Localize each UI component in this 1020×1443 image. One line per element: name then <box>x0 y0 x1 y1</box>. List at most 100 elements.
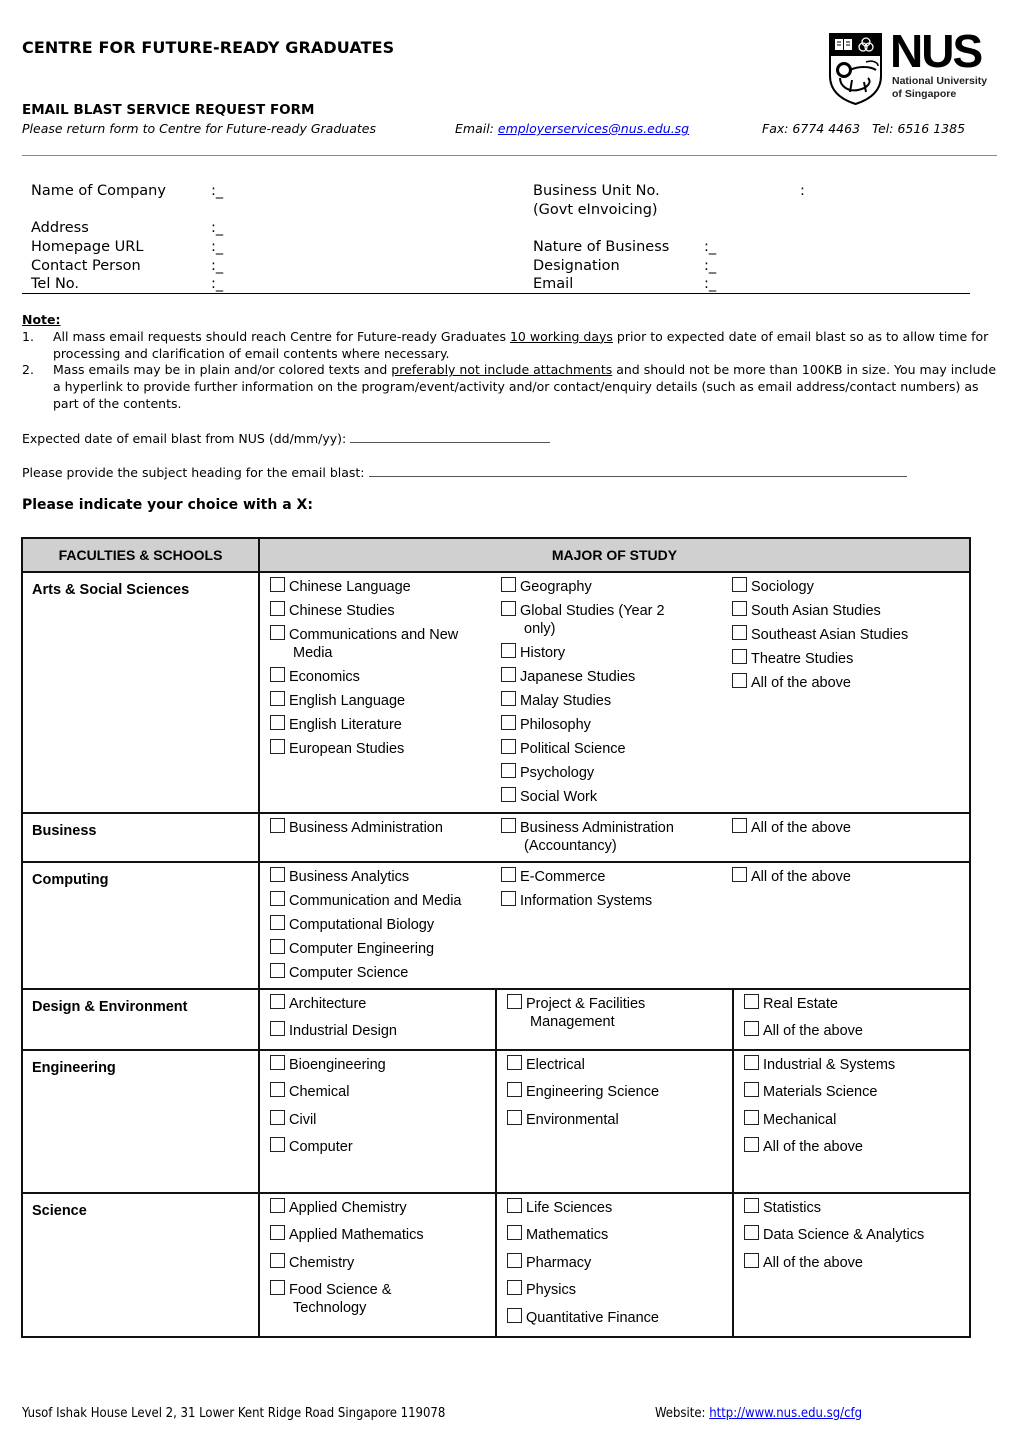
major-option[interactable]: Theatre Studies <box>722 649 969 668</box>
checkbox[interactable] <box>732 601 747 616</box>
major-option[interactable]: Project & Facilities Management <box>497 994 732 1031</box>
checkbox[interactable] <box>270 1137 285 1153</box>
checkbox[interactable] <box>270 1252 285 1268</box>
field-value[interactable]: :_ <box>211 258 223 274</box>
checkbox[interactable] <box>270 963 285 978</box>
checkbox[interactable] <box>507 1280 522 1296</box>
major-option[interactable]: Physics <box>497 1280 732 1299</box>
checkbox[interactable] <box>501 891 516 906</box>
major-option[interactable]: Chinese Studies <box>260 601 491 620</box>
checkbox[interactable] <box>270 1055 285 1070</box>
major-option[interactable]: Statistics <box>734 1198 969 1217</box>
major-option[interactable]: Computer <box>260 1137 495 1156</box>
major-option[interactable]: Applied Chemistry <box>260 1198 495 1217</box>
checkbox[interactable] <box>270 1109 285 1125</box>
checkbox[interactable] <box>270 867 285 882</box>
major-option[interactable]: Applied Mathematics <box>260 1225 495 1244</box>
major-option[interactable]: Industrial & Systems <box>734 1055 969 1074</box>
checkbox[interactable] <box>270 739 285 754</box>
checkbox[interactable] <box>732 818 747 833</box>
checkbox[interactable] <box>507 1198 522 1213</box>
checkbox[interactable] <box>744 1055 759 1070</box>
major-option[interactable]: All of the above <box>734 1021 969 1040</box>
checkbox[interactable] <box>732 649 747 664</box>
major-option[interactable]: Chemical <box>260 1082 495 1101</box>
major-option[interactable]: Japanese Studies <box>491 667 722 686</box>
checkbox[interactable] <box>501 577 516 592</box>
major-option[interactable]: South Asian Studies <box>722 601 969 620</box>
checkbox[interactable] <box>501 601 516 616</box>
major-option[interactable]: Communications and New Media <box>260 625 491 662</box>
field-value[interactable]: :_ <box>704 258 716 274</box>
checkbox[interactable] <box>744 1225 759 1241</box>
major-option[interactable]: All of the above <box>722 673 969 692</box>
major-option[interactable]: Computational Biology <box>260 915 491 934</box>
checkbox[interactable] <box>270 577 285 592</box>
major-option[interactable]: Sociology <box>722 577 969 596</box>
checkbox[interactable] <box>270 915 285 930</box>
major-option[interactable]: Mechanical <box>734 1109 969 1129</box>
major-option[interactable]: All of the above <box>734 1137 969 1156</box>
major-option[interactable]: Computer Engineering <box>260 939 491 958</box>
major-option[interactable]: Business Administration <box>260 818 491 837</box>
major-option[interactable]: Social Work <box>491 787 722 806</box>
checkbox[interactable] <box>501 691 516 706</box>
major-option[interactable]: English Literature <box>260 715 491 734</box>
checkbox[interactable] <box>270 691 285 706</box>
checkbox[interactable] <box>732 625 747 640</box>
checkbox[interactable] <box>744 1198 759 1213</box>
major-option[interactable]: Real Estate <box>734 994 969 1013</box>
checkbox[interactable] <box>507 1055 522 1070</box>
field-value[interactable]: : <box>800 183 805 199</box>
major-option[interactable]: Global Studies (Year 2 only) <box>491 601 722 638</box>
checkbox[interactable] <box>732 673 747 688</box>
major-option[interactable]: European Studies <box>260 739 491 758</box>
major-option[interactable]: Mathematics <box>497 1225 732 1244</box>
major-option[interactable]: Architecture <box>260 994 495 1013</box>
checkbox[interactable] <box>270 667 285 682</box>
checkbox[interactable] <box>501 818 516 833</box>
checkbox[interactable] <box>270 1082 285 1098</box>
major-option[interactable]: Business Analytics <box>260 867 491 886</box>
checkbox[interactable] <box>270 1198 285 1213</box>
email-link[interactable]: employerservices@nus.edu.sg <box>498 121 689 136</box>
field-value[interactable]: :_ <box>211 239 223 255</box>
checkbox[interactable] <box>744 1252 759 1268</box>
checkbox[interactable] <box>501 787 516 802</box>
major-option[interactable]: Computer Science <box>260 963 491 982</box>
checkbox[interactable] <box>270 1280 285 1296</box>
major-option[interactable]: Bioengineering <box>260 1055 495 1074</box>
checkbox[interactable] <box>501 715 516 730</box>
checkbox[interactable] <box>270 1225 285 1241</box>
checkbox[interactable] <box>507 1225 522 1241</box>
checkbox[interactable] <box>270 1021 285 1036</box>
checkbox[interactable] <box>270 715 285 730</box>
field-value[interactable]: :_ <box>211 220 223 236</box>
checkbox[interactable] <box>501 643 516 658</box>
checkbox[interactable] <box>507 1082 522 1098</box>
field-value[interactable]: :_ <box>211 276 223 292</box>
checkbox[interactable] <box>744 1137 759 1153</box>
major-option[interactable]: All of the above <box>722 867 969 886</box>
major-option[interactable]: All of the above <box>722 818 969 837</box>
major-option[interactable]: Industrial Design <box>260 1021 495 1040</box>
field-value[interactable]: :_ <box>704 276 716 292</box>
major-option[interactable]: Southeast Asian Studies <box>722 625 969 644</box>
checkbox[interactable] <box>507 994 522 1009</box>
checkbox[interactable] <box>501 739 516 754</box>
checkbox[interactable] <box>501 867 516 882</box>
major-option[interactable]: Chemistry <box>260 1252 495 1272</box>
major-option[interactable]: Geography <box>491 577 722 596</box>
major-option[interactable]: Electrical <box>497 1055 732 1074</box>
checkbox[interactable] <box>270 939 285 954</box>
checkbox[interactable] <box>732 867 747 882</box>
major-option[interactable]: Data Science & Analytics <box>734 1225 969 1244</box>
major-option[interactable]: Economics <box>260 667 491 686</box>
major-option[interactable]: Food Science & Technology <box>260 1280 495 1317</box>
major-option[interactable]: Business Administration (Accountancy) <box>491 818 722 855</box>
expected-date-input[interactable] <box>350 432 551 443</box>
checkbox[interactable] <box>744 1021 759 1036</box>
major-option[interactable]: Materials Science <box>734 1082 969 1101</box>
checkbox[interactable] <box>501 763 516 778</box>
major-option[interactable]: Environmental <box>497 1109 732 1129</box>
